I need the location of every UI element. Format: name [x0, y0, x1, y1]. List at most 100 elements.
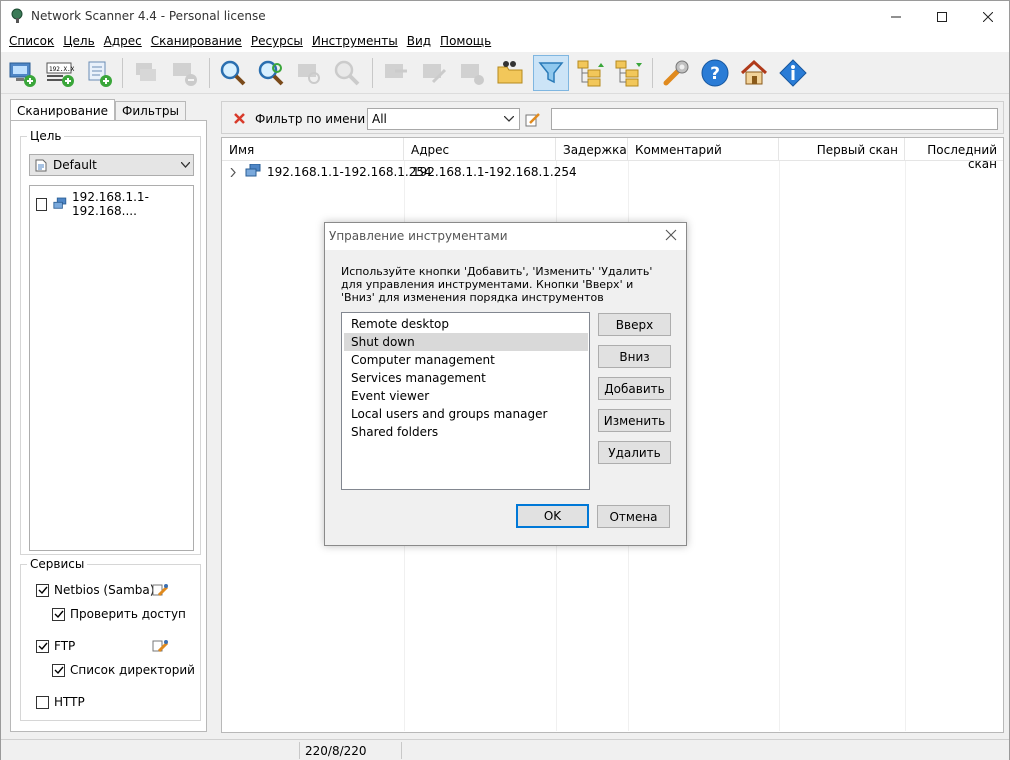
filter-toggle-button[interactable]: [533, 55, 569, 91]
filter-text-input[interactable]: [551, 108, 998, 130]
column-header-first-scan[interactable]: Первый скан: [779, 138, 905, 161]
network-icon: [53, 197, 67, 209]
service-ftp[interactable]: FTP: [36, 639, 75, 653]
export-button[interactable]: [378, 55, 414, 91]
move-up-button[interactable]: Вверх: [598, 313, 671, 336]
status-counts: 220/8/220: [299, 742, 401, 759]
add-computer-button[interactable]: [4, 55, 40, 91]
target-checkbox[interactable]: [36, 197, 48, 211]
add-list-button[interactable]: [80, 55, 116, 91]
stop-scan-button[interactable]: [329, 55, 365, 91]
netbios-label: Netbios (Samba): [54, 583, 155, 597]
ok-button[interactable]: OK: [516, 504, 589, 528]
tab-filters[interactable]: Фильтры: [115, 101, 186, 121]
column-header-name[interactable]: Имя: [222, 138, 404, 161]
menu-tools[interactable]: Инструменты: [308, 32, 403, 52]
copy-icon: [136, 63, 156, 81]
browse-button[interactable]: [492, 55, 528, 91]
info-button[interactable]: [775, 55, 811, 91]
svg-text:?: ?: [710, 64, 720, 84]
home-button[interactable]: [736, 55, 772, 91]
netbios-checkbox[interactable]: [36, 583, 49, 597]
minimize-button[interactable]: [873, 1, 919, 32]
magnifier-refresh-icon: [258, 60, 284, 86]
list-item-selected[interactable]: Shut down: [344, 333, 588, 351]
column-header-last-scan[interactable]: Последний скан: [905, 138, 1003, 171]
menu-resources[interactable]: Ресурсы: [247, 32, 308, 52]
dialog-close-icon[interactable]: [664, 228, 678, 242]
app-logo-icon: [11, 8, 23, 23]
column-header-address[interactable]: Адрес: [404, 138, 556, 161]
service-netbios[interactable]: Netbios (Samba): [36, 583, 154, 597]
http-checkbox[interactable]: [36, 695, 49, 709]
add-tool-button[interactable]: Добавить: [598, 377, 671, 400]
column-header-comment[interactable]: Комментарий: [628, 138, 779, 161]
target-list: 192.168.1.1-192.168....: [29, 185, 194, 551]
edit-button[interactable]: [416, 55, 452, 91]
chevron-right-icon[interactable]: [230, 168, 236, 177]
edit-tool-button[interactable]: Изменить: [598, 409, 671, 432]
add-ip-range-button[interactable]: 192.X.X: [42, 55, 78, 91]
tab-scanning[interactable]: Сканирование: [10, 99, 116, 121]
rescan-button[interactable]: [253, 55, 289, 91]
edit-filter-icon[interactable]: [525, 112, 541, 127]
dir-list-checkbox[interactable]: [52, 663, 65, 677]
help-button[interactable]: ?: [697, 55, 733, 91]
grid-header: Имя Адрес Задержка Комментарий Первый ск…: [222, 138, 1003, 171]
target-profile-select[interactable]: Default: [29, 154, 194, 176]
service-check-access[interactable]: Проверить доступ: [52, 607, 186, 621]
folder-group-icon: [615, 60, 642, 87]
title-bar: Network Scanner 4.4 - Personal license: [1, 1, 1009, 32]
maximize-icon: [937, 11, 947, 22]
home-icon: [740, 59, 768, 85]
ftp-checkbox[interactable]: [36, 639, 49, 653]
table-row[interactable]: 192.168.1.1-192.168.1.254 192.168.1.1-19…: [222, 162, 1003, 182]
menu-view[interactable]: Вид: [403, 32, 436, 52]
tools-button[interactable]: [658, 55, 694, 91]
row-name: 192.168.1.1-192.168.1.254: [267, 165, 432, 179]
menu-help[interactable]: Помощь: [436, 32, 496, 52]
remove-button[interactable]: [166, 55, 202, 91]
filter-field-select[interactable]: All: [367, 108, 520, 130]
dialog-title-bar: Управление инструментами: [325, 223, 686, 250]
tree-view-button[interactable]: [572, 55, 608, 91]
target-label: 192.168.1.1-192.168....: [72, 190, 149, 218]
list-item[interactable]: Computer management: [344, 351, 588, 369]
list-item[interactable]: Remote desktop: [344, 315, 588, 333]
folder-binoculars-icon: [497, 61, 523, 84]
filter-label: Фильтр по имени: [255, 112, 366, 126]
group-view-button[interactable]: [610, 55, 646, 91]
tools-list[interactable]: Remote desktop Shut down Computer manage…: [341, 312, 590, 490]
service-dir-list[interactable]: Список директорий: [52, 663, 195, 677]
maximize-button[interactable]: [919, 1, 965, 32]
service-http[interactable]: HTTP: [36, 695, 85, 709]
check-access-checkbox[interactable]: [52, 607, 65, 621]
list-item[interactable]: Shared folders: [344, 423, 588, 441]
copy-button[interactable]: [128, 55, 164, 91]
menu-scanning[interactable]: Сканирование: [147, 32, 247, 52]
settings-icon[interactable]: [152, 638, 169, 654]
cancel-button[interactable]: Отмена: [597, 505, 670, 528]
dialog-description: Используйте кнопки 'Добавить', 'Изменить…: [341, 265, 653, 304]
delete-button[interactable]: [454, 55, 490, 91]
settings-icon[interactable]: [152, 582, 169, 598]
close-filter-icon[interactable]: [234, 113, 245, 124]
move-down-button[interactable]: Вниз: [598, 345, 671, 368]
http-label: HTTP: [54, 695, 85, 709]
scan-selected-button[interactable]: [291, 55, 327, 91]
close-button[interactable]: [965, 1, 1010, 32]
scan-button[interactable]: [215, 55, 251, 91]
delete-tool-button[interactable]: Удалить: [598, 441, 671, 464]
list-item[interactable]: Services management: [344, 369, 588, 387]
document-icon: [35, 159, 47, 171]
list-item[interactable]: Event viewer: [344, 387, 588, 405]
target-group: Цель Default 192.168.1.1-192.168....: [20, 129, 201, 555]
toolbar-separator: [652, 58, 653, 88]
column-header-latency[interactable]: Задержка: [556, 138, 628, 161]
menu-list[interactable]: Список: [5, 32, 59, 52]
list-item[interactable]: Local users and groups manager: [344, 405, 588, 423]
menu-target[interactable]: Цель: [59, 32, 99, 52]
tools-management-dialog: Управление инструментами Используйте кно…: [324, 222, 687, 546]
target-list-item[interactable]: 192.168.1.1-192.168....: [36, 190, 193, 218]
menu-address[interactable]: Адрес: [100, 32, 147, 52]
